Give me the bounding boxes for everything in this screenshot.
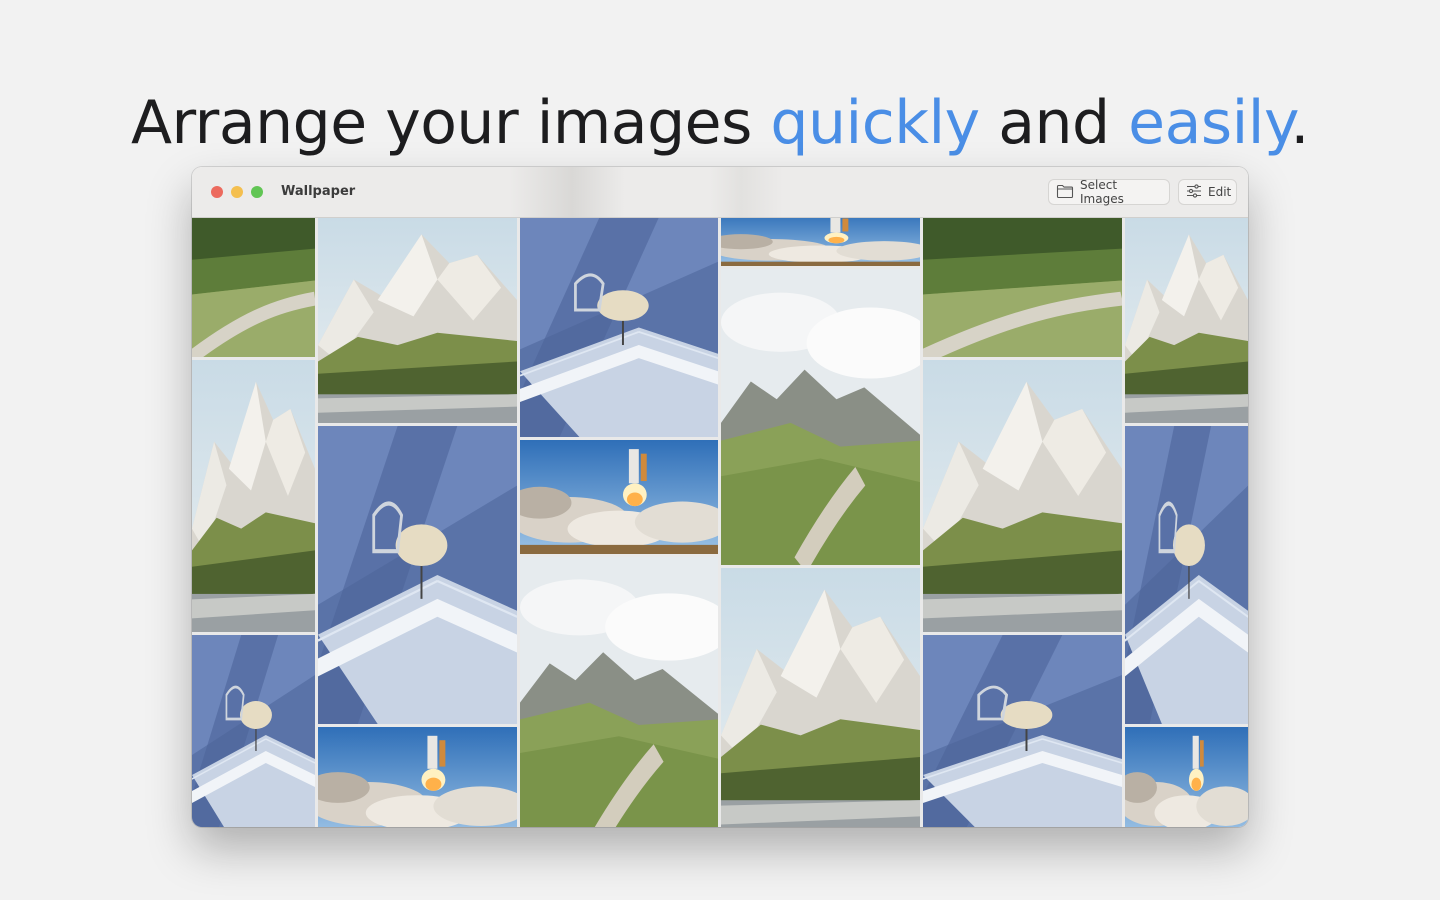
valley-clouds-image <box>721 269 920 565</box>
image-tile-balcony-chair[interactable] <box>318 426 517 724</box>
close-window-button[interactable] <box>211 186 223 198</box>
image-tile-hills-path[interactable] <box>923 218 1122 357</box>
snowy-peak-image <box>192 360 315 632</box>
grid-column-2 <box>318 218 517 827</box>
shuttle-launch-image <box>318 727 517 827</box>
shuttle-launch-image <box>520 440 718 554</box>
balcony-chair-image <box>1125 426 1248 724</box>
image-tile-hills-path[interactable] <box>192 218 315 357</box>
app-window: Wallpaper Select Images Edit <box>192 167 1248 827</box>
hills-path-image <box>192 218 315 357</box>
image-tile-snowy-peak[interactable] <box>1125 218 1248 423</box>
folder-icon <box>1056 184 1074 201</box>
image-tile-shuttle-launch[interactable] <box>318 727 517 827</box>
select-images-button[interactable]: Select Images <box>1048 178 1170 206</box>
headline-part-1: Arrange your images <box>131 88 771 159</box>
balcony-chair-image <box>520 218 718 437</box>
image-tile-balcony-chair[interactable] <box>1125 426 1248 724</box>
sliders-icon <box>1186 183 1202 201</box>
headline: Arrange your images quickly and easily. <box>0 88 1440 158</box>
minimize-window-button[interactable] <box>231 186 243 198</box>
headline-accent-easily: easily <box>1128 88 1291 159</box>
shuttle-launch-image <box>721 218 920 266</box>
window-title: Wallpaper <box>281 184 356 199</box>
image-tile-shuttle-launch[interactable] <box>520 440 718 554</box>
edit-button[interactable]: Edit <box>1178 179 1237 205</box>
grid-column-3 <box>520 218 718 827</box>
grid-column-5 <box>923 218 1122 827</box>
headline-part-2: and <box>979 88 1129 159</box>
image-tile-shuttle-launch[interactable] <box>721 218 920 266</box>
valley-clouds-image <box>520 557 718 827</box>
image-tile-valley-clouds[interactable] <box>721 269 920 565</box>
balcony-chair-image <box>923 635 1122 827</box>
grid-column-4 <box>721 218 920 827</box>
maximize-window-button[interactable] <box>251 186 263 198</box>
hills-path-image <box>923 218 1122 357</box>
image-tile-valley-clouds[interactable] <box>520 557 718 827</box>
snowy-peak-image <box>923 360 1122 632</box>
image-tile-snowy-peak[interactable] <box>721 568 920 827</box>
snowy-peak-image <box>318 218 517 423</box>
balcony-chair-image <box>192 635 315 827</box>
grid-column-1 <box>192 218 315 827</box>
image-tile-shuttle-launch[interactable] <box>1125 727 1248 827</box>
shuttle-launch-image <box>1125 727 1248 827</box>
grid-column-6 <box>1125 218 1248 827</box>
image-tile-snowy-peak[interactable] <box>318 218 517 423</box>
image-grid <box>192 218 1248 827</box>
snowy-peak-image <box>721 568 920 827</box>
headline-part-3: . <box>1290 88 1309 159</box>
select-images-label: Select Images <box>1080 178 1124 206</box>
headline-accent-quickly: quickly <box>770 88 980 159</box>
image-tile-snowy-peak[interactable] <box>923 360 1122 632</box>
title-bar[interactable]: Wallpaper Select Images Edit <box>192 167 1248 218</box>
balcony-chair-image <box>318 426 517 724</box>
image-tile-balcony-chair[interactable] <box>192 635 315 827</box>
image-tile-balcony-chair[interactable] <box>923 635 1122 827</box>
edit-label: Edit <box>1208 185 1232 199</box>
image-tile-balcony-chair[interactable] <box>520 218 718 437</box>
image-tile-snowy-peak[interactable] <box>192 360 315 632</box>
snowy-peak-image <box>1125 218 1248 423</box>
